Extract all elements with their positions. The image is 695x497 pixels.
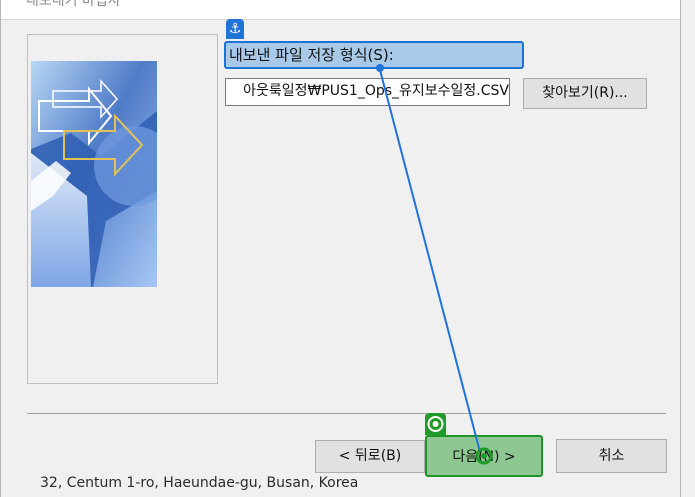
cancel-button[interactable]: 취소 — [556, 439, 667, 473]
title-strip: 내보내기 마법사 — [0, 0, 680, 20]
format-label: 내보낸 파일 저장 형식(S): — [224, 41, 524, 69]
file-path-input[interactable]: 아웃룩일정₩PUS1_Ops_유지보수일정.CSV — [225, 78, 510, 106]
background-address-text: 32, Centum 1-ro, Haeundae-gu, Busan, Kor… — [40, 475, 359, 491]
background-text-strip: 32, Centum 1-ro, Haeundae-gu, Busan, Kor… — [40, 474, 400, 497]
browse-button[interactable]: 찾아보기(R)... — [523, 78, 647, 109]
back-button[interactable]: < 뒤로(B) — [315, 440, 425, 473]
export-wizard-dialog: 내보내기 마법사 내보낸 파일 저장 형식(S): 아웃룩일정₩PUS1_Ops… — [0, 0, 695, 497]
wizard-art-icon — [31, 61, 157, 287]
title-fragment: 내보내기 마법사 — [26, 0, 121, 9]
target-icon — [425, 413, 446, 435]
right-window-border — [680, 0, 681, 497]
wizard-separator — [27, 413, 666, 414]
next-button[interactable]: 다음(N) > — [425, 435, 543, 477]
anchor-icon: ⚓ — [226, 19, 244, 39]
left-window-border — [0, 0, 1, 497]
